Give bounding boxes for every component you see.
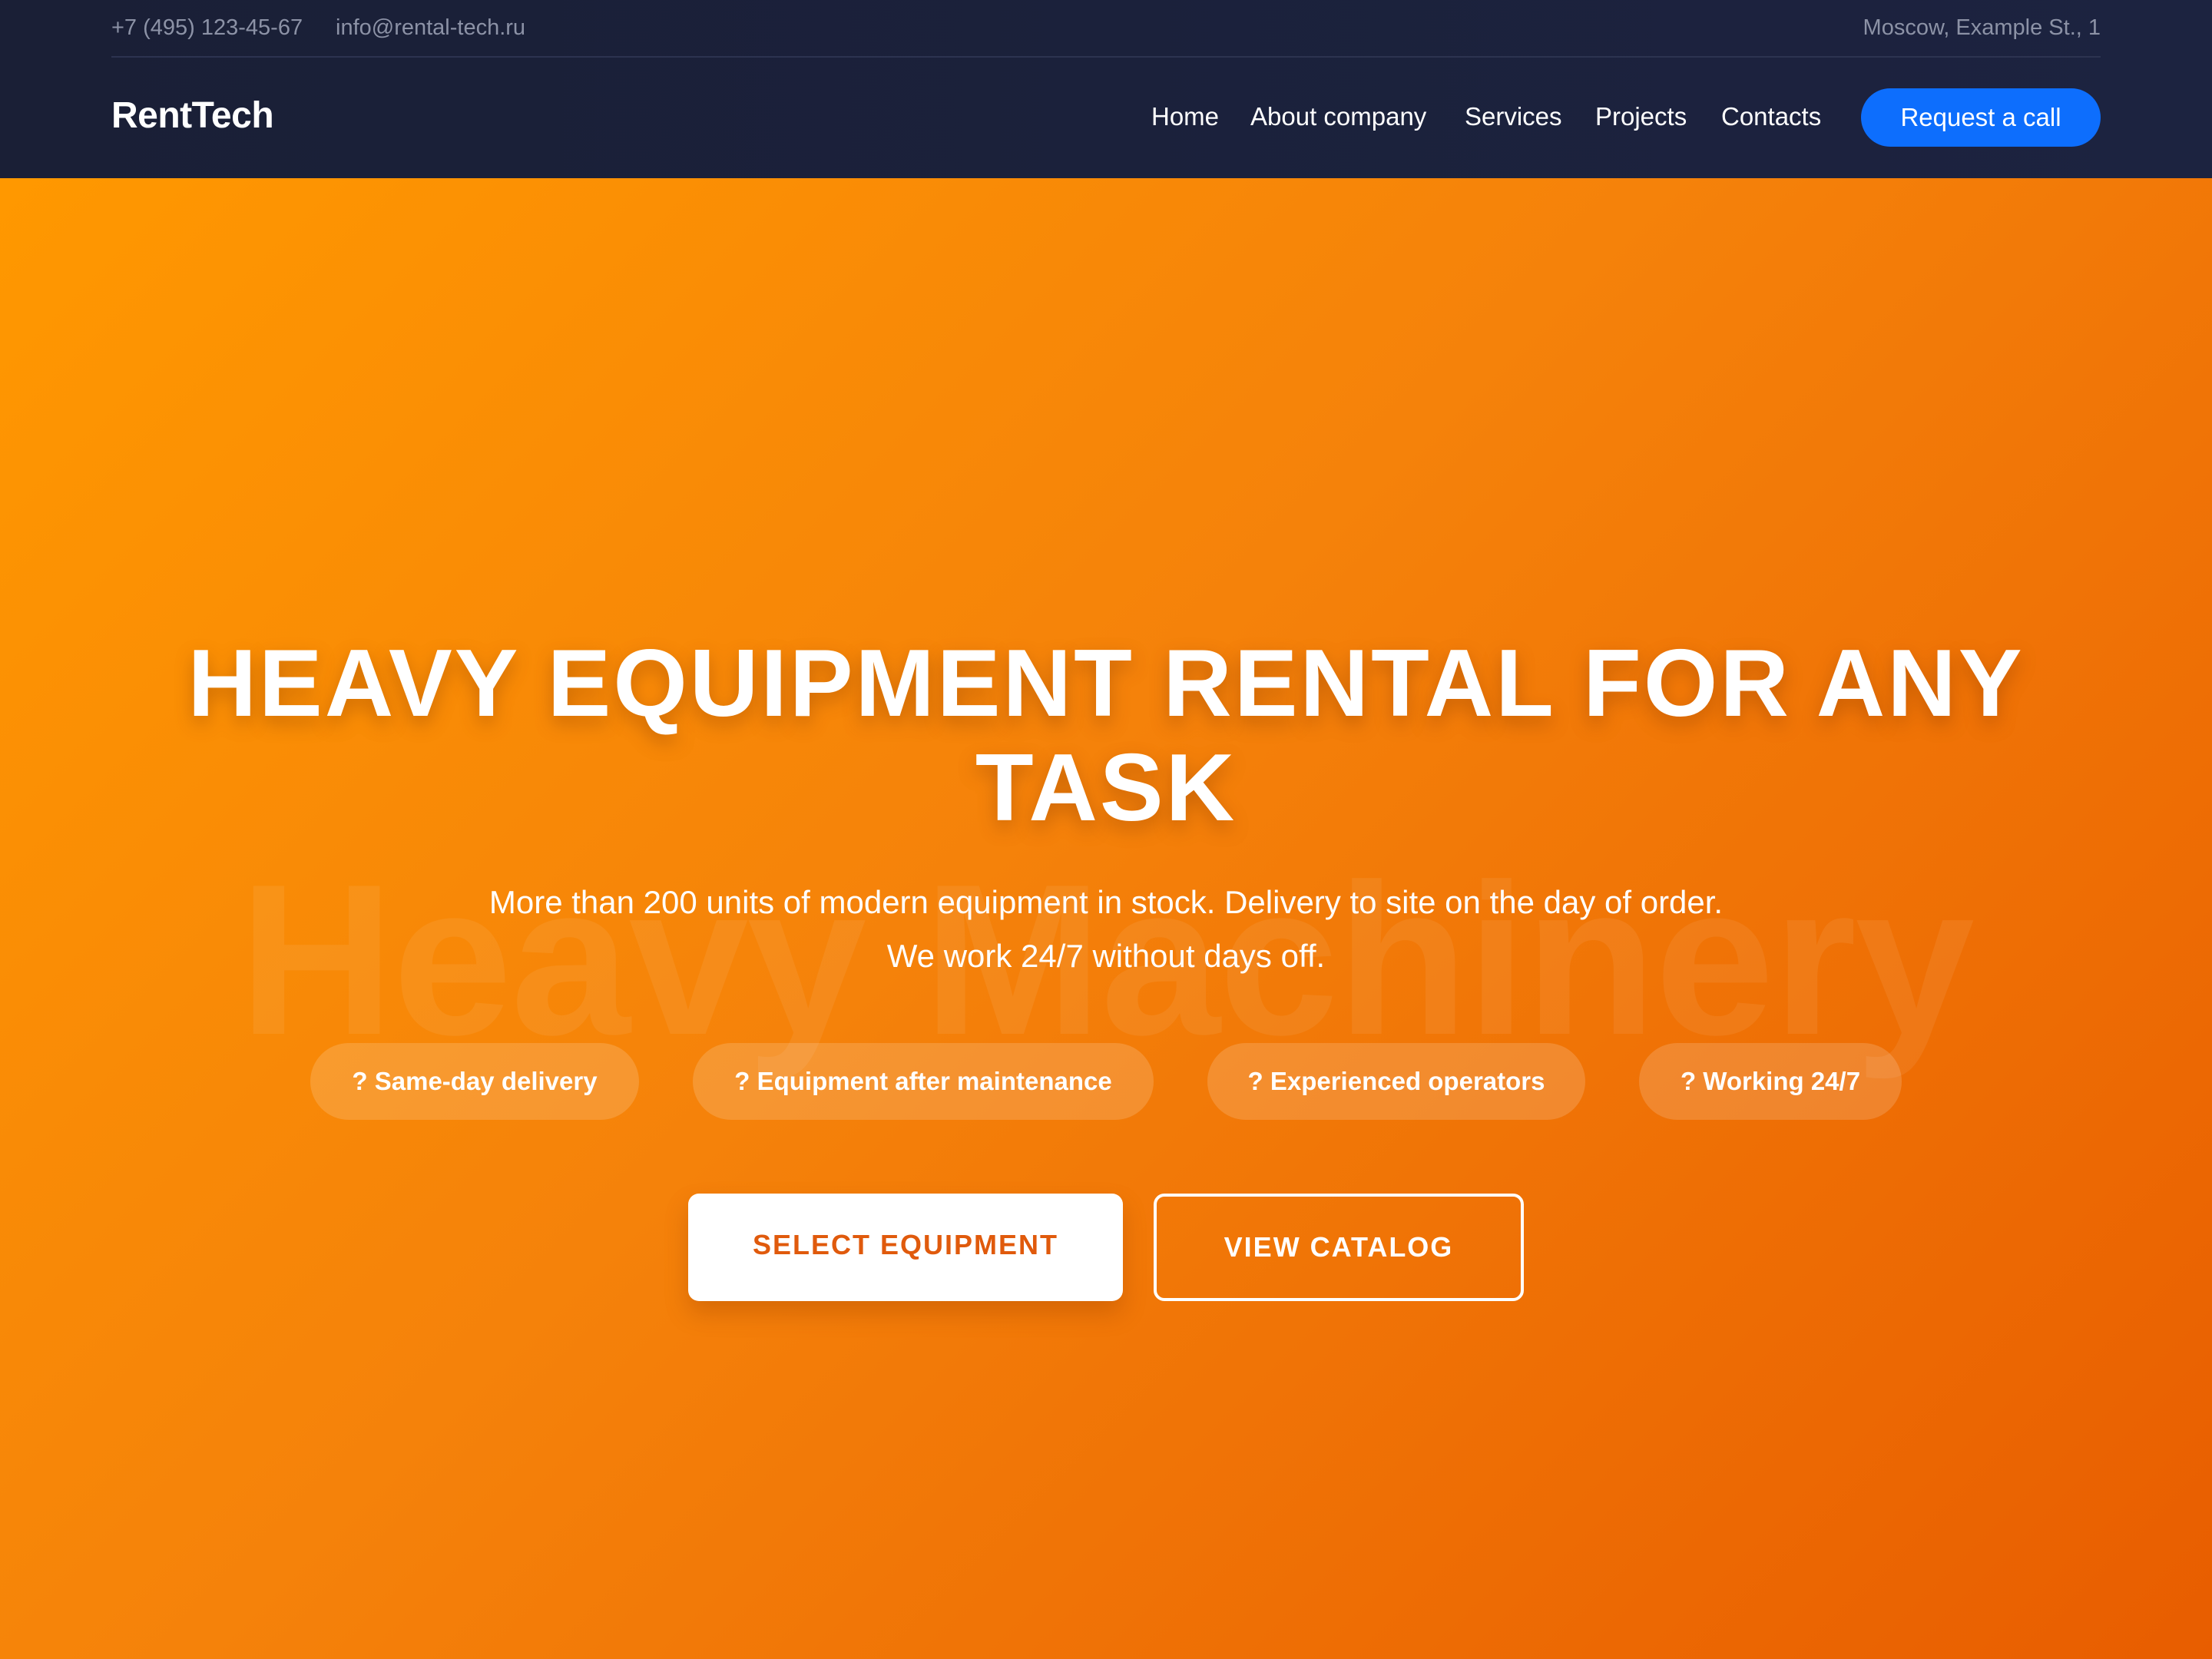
phone-link[interactable]: +7 (495) 123-45-67	[111, 15, 303, 41]
nav-about-company[interactable]: About company	[1250, 102, 1426, 131]
logo[interactable]: RentTech	[111, 94, 274, 137]
nav-services[interactable]: Services	[1465, 102, 1562, 131]
feature-equipment-maintenance: ? Equipment after maintenance	[693, 1043, 1154, 1120]
site-header: +7 (495) 123-45-67 info@rental-tech.ru M…	[0, 0, 2212, 178]
feature-working-24-7: ? Working 24/7	[1639, 1043, 1902, 1120]
hero-subtitle: More than 200 units of modern equipment …	[488, 884, 1724, 974]
nav-projects[interactable]: Projects	[1595, 102, 1687, 131]
hero-title: HEAVY EQUIPMENT RENTAL FOR ANY TASK	[187, 631, 2025, 841]
feature-same-day-delivery: ? Same-day delivery	[310, 1043, 639, 1120]
hero-section: Heavy Machinery HEAVY EQUIPMENT RENTAL F…	[0, 178, 2212, 1659]
main-navigation: RentTech Home About company Services Pro…	[111, 58, 2101, 178]
select-equipment-button[interactable]: SELECT EQUIPMENT	[688, 1194, 1123, 1301]
address-text: Moscow, Example St., 1	[1863, 15, 2101, 40]
view-catalog-button[interactable]: VIEW CATALOG	[1154, 1194, 1524, 1301]
nav-contacts[interactable]: Contacts	[1721, 102, 1821, 131]
feature-experienced-operators: ? Experienced operators	[1207, 1043, 1585, 1120]
nav-home[interactable]: Home	[1151, 102, 1219, 131]
email-link[interactable]: info@rental-tech.ru	[336, 15, 525, 41]
top-contact-bar: +7 (495) 123-45-67 info@rental-tech.ru M…	[111, 0, 2101, 58]
request-call-button[interactable]: Request a call	[1861, 88, 2101, 147]
